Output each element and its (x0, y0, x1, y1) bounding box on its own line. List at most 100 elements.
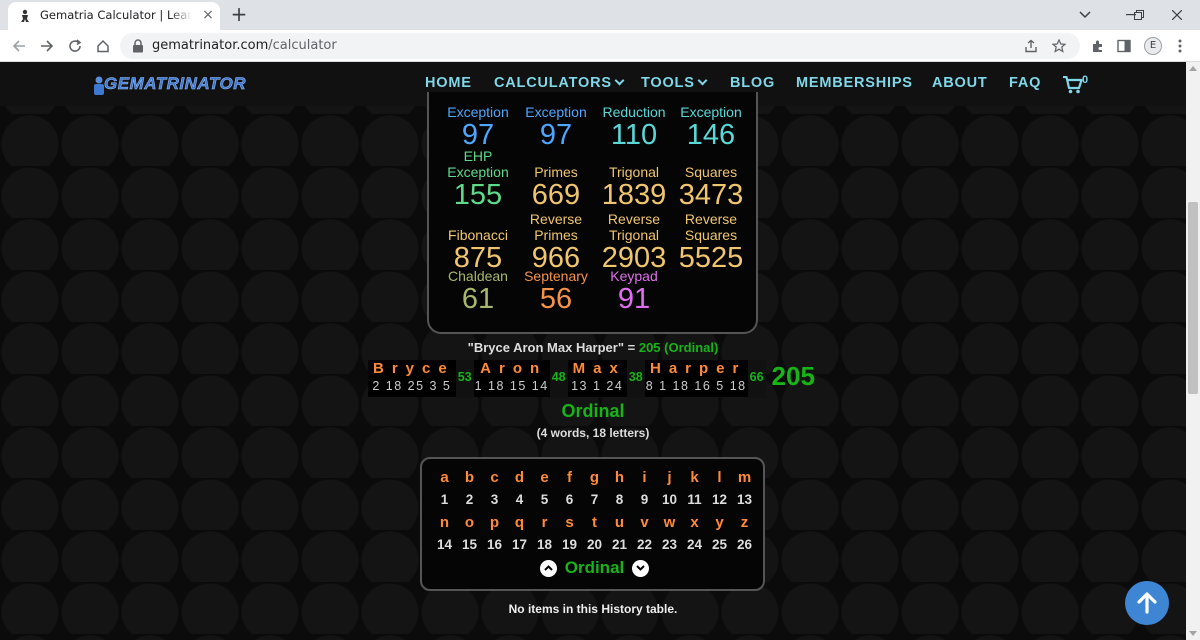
alphabet-value: 18 (536, 537, 553, 552)
alphabet-letter: s (565, 514, 574, 531)
nav-calculators[interactable]: CALCULATORS (494, 75, 625, 91)
arrow-up-icon (1137, 592, 1157, 614)
alphabet-value: 2 (465, 492, 474, 507)
page-viewport: GEMATRINATOR HOME CALCULATORS TOOLS BLOG… (0, 62, 1186, 640)
word-breakdown: Aron 1 18 15 14 (473, 360, 550, 397)
cart-icon[interactable] (1063, 76, 1083, 94)
alphabet-letter: i (642, 469, 647, 486)
cipher-cell[interactable]: Keypad 91 (595, 268, 673, 314)
window-close-icon[interactable] (1154, 0, 1200, 30)
nav-memberships[interactable]: MEMBERSHIPS (796, 75, 913, 91)
alphabet-value: 7 (590, 492, 599, 507)
cipher-name-label[interactable]: Ordinal (0, 401, 1186, 422)
history-empty-message: No items in this History table. (508, 602, 678, 616)
cipher-value: 97 (461, 119, 495, 151)
alphabet-letter: x (690, 514, 699, 531)
share-icon[interactable] (1022, 37, 1040, 55)
alphabet-letter: y (715, 514, 724, 531)
cipher-cell[interactable]: Fibonacci 875 (439, 227, 517, 273)
cipher-name: Reverse Primes (529, 211, 583, 243)
reload-icon[interactable] (64, 35, 86, 57)
nav-tools[interactable]: TOOLS (641, 75, 708, 91)
alphabet-row-letters: nopqrs tuvwxyz (432, 514, 757, 531)
nav-home[interactable]: HOME (425, 75, 472, 91)
alphabet-value: 14 (436, 537, 453, 552)
word-letter-values: 13 1 24 (571, 379, 624, 393)
cipher-cell[interactable]: Reverse Primes 966 (517, 211, 595, 273)
chevron-down-icon (636, 565, 645, 571)
alphabet-letter: f (567, 469, 572, 486)
cipher-value: 5525 (678, 242, 744, 274)
cipher-name: Exception (447, 104, 509, 120)
alphabet-value: 20 (586, 537, 603, 552)
cipher-cell[interactable]: Reverse Trigonal 2903 (595, 211, 673, 273)
bookmark-star-icon[interactable] (1050, 37, 1068, 55)
cipher-cell[interactable]: Exception 146 (672, 104, 750, 150)
cipher-cell[interactable]: Reduction 110 (595, 104, 673, 150)
cipher-cell[interactable]: Reverse Squares 5525 (672, 211, 750, 273)
page-scrollbar[interactable] (1186, 62, 1200, 640)
scroll-to-top-button[interactable] (1125, 581, 1169, 625)
tab-search-icon[interactable] (1062, 0, 1108, 30)
new-tab-button[interactable]: + (229, 4, 249, 24)
lock-icon[interactable] (132, 39, 144, 53)
alphabet-letter: q (514, 514, 525, 531)
scrollbar-thumb[interactable] (1188, 202, 1198, 394)
cipher-name: Reverse Trigonal (607, 211, 661, 243)
cipher-value: 91 (617, 283, 651, 315)
home-icon[interactable] (92, 35, 114, 57)
scroll-up-arrow-icon[interactable] (1189, 66, 1197, 71)
browser-tab[interactable]: Gematria Calculator | Learn Gematria × (8, 2, 220, 30)
site-logo[interactable]: GEMATRINATOR (92, 74, 246, 98)
browser-menu-icon[interactable] (1170, 36, 1190, 56)
cipher-cell[interactable]: Exception 97 (439, 104, 517, 150)
alphabet-value: 5 (540, 492, 549, 507)
cipher-name: Squares (684, 164, 738, 180)
word-breakdown: Max 13 1 24 (567, 360, 627, 397)
alphabet-row-values: 14 15 16 17 18 19 20 21 22 23 24 25 26 (432, 537, 757, 552)
next-cipher-button[interactable] (632, 559, 650, 577)
word-letter-values: 1 18 15 14 (474, 379, 549, 393)
chevron-down-icon (697, 75, 708, 86)
cipher-value: 61 (461, 283, 495, 315)
scroll-down-arrow-icon[interactable] (1189, 631, 1197, 636)
cipher-value: 3473 (678, 179, 744, 211)
cipher-value: 110 (610, 119, 658, 151)
nav-faq[interactable]: FAQ (1009, 75, 1041, 91)
cipher-name: Septenary (524, 268, 588, 284)
alphabet-value: 9 (640, 492, 649, 507)
side-panel-icon[interactable] (1114, 36, 1134, 56)
cipher-cell[interactable]: Exception 97 (517, 104, 595, 150)
forward-icon[interactable] (36, 35, 58, 57)
word-letter-values: 2 18 25 3 5 (372, 379, 452, 393)
nav-about[interactable]: ABOUT (932, 75, 988, 91)
cipher-name: Primes (534, 164, 578, 180)
address-bar[interactable]: gematrinator.com/calculator (120, 33, 1080, 59)
word-sum: 66 (747, 360, 766, 398)
cipher-cell[interactable]: Chaldean 61 (439, 268, 517, 314)
cipher-cell[interactable]: EHP Exception 155 (439, 148, 517, 210)
alphabet-letter: m (737, 469, 752, 486)
back-icon[interactable] (8, 35, 30, 57)
word-sum: 38 (626, 360, 645, 398)
cipher-value: 56 (539, 283, 573, 315)
alphabet-letter: c (490, 469, 499, 486)
alphabet-value: 25 (711, 537, 728, 552)
cipher-value: 155 (453, 179, 503, 211)
cipher-cell[interactable]: Trigonal 1839 (595, 164, 673, 210)
nav-blog[interactable]: BLOG (730, 75, 775, 91)
cipher-value: 146 (686, 119, 736, 151)
cipher-cell[interactable]: Squares 3473 (672, 164, 750, 210)
profile-avatar[interactable]: E (1144, 37, 1162, 55)
alphabet-letter: h (614, 469, 625, 486)
cipher-cycle-control: Ordinal (422, 558, 767, 578)
alphabet-value: 23 (661, 537, 678, 552)
previous-cipher-button[interactable] (539, 559, 557, 577)
word-letters: Max (572, 360, 626, 377)
extensions-icon[interactable] (1088, 36, 1108, 56)
word-letters: Bryce (373, 360, 455, 377)
cipher-cell[interactable]: Septenary 56 (517, 268, 595, 314)
tab-close-icon[interactable]: × (200, 7, 216, 23)
phrase-summary: "Bryce Aron Max Harper" = 205 (Ordinal) (467, 340, 719, 355)
cipher-cell[interactable]: Primes 669 (517, 164, 595, 210)
